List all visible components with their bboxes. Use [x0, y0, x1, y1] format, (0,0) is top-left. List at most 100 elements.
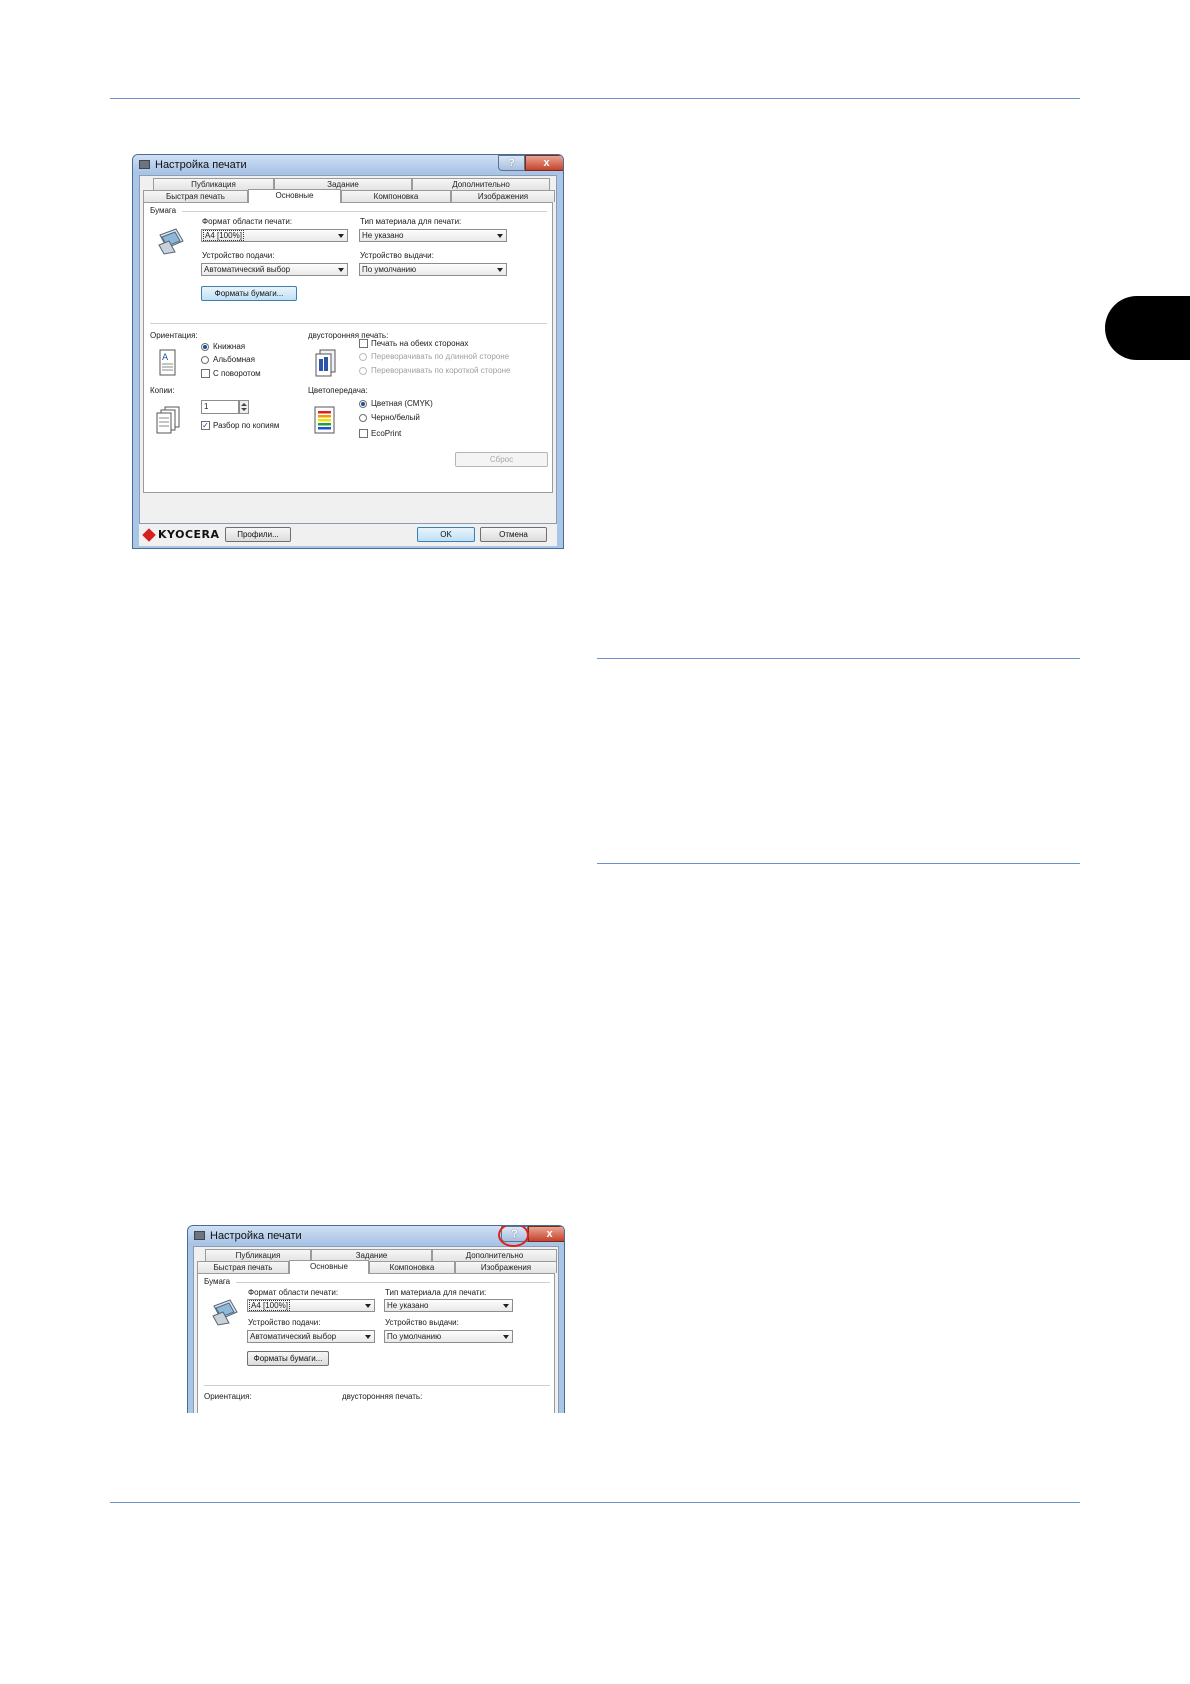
chapter-tab-marker [1105, 296, 1190, 360]
dialog-body: Публикация Задание Дополнительно Быстрая… [139, 175, 557, 524]
output-tray-select[interactable]: По умолчанию [384, 1330, 513, 1343]
media-type-value: Не указано [362, 231, 404, 240]
help-button[interactable]: ? [498, 155, 525, 171]
long-edge-label: Переворачивать по длинной стороне [371, 352, 510, 361]
paper-icon [210, 1296, 240, 1326]
chevron-down-icon [503, 1335, 509, 1339]
mono-radio[interactable] [359, 414, 367, 422]
paper-group-line [182, 211, 547, 212]
media-type-select[interactable]: Не указано [384, 1299, 513, 1312]
portrait-label: Книжная [213, 342, 246, 351]
chevron-down-icon [338, 268, 344, 272]
collate-label: Разбор по копиям [213, 421, 280, 430]
chevron-down-icon [365, 1335, 371, 1339]
color-bars-icon [314, 406, 336, 434]
title-bar[interactable]: Настройка печати ? x [133, 155, 563, 174]
copies-label: Копии: [150, 386, 175, 395]
kyocera-logo-mark [142, 528, 156, 542]
chevron-down-icon [503, 1304, 509, 1308]
tab-imaging[interactable]: Изображения [455, 1261, 557, 1273]
tab-layout[interactable]: Компоновка [369, 1261, 455, 1273]
tab-advanced[interactable]: Дополнительно [432, 1249, 557, 1261]
close-button[interactable]: x [528, 1226, 564, 1242]
output-tray-value: По умолчанию [362, 265, 417, 274]
landscape-radio[interactable] [201, 356, 209, 364]
paper-size-value: A4 [100%] [203, 230, 244, 241]
ecoprint-label: EcoPrint [371, 429, 402, 438]
tab-quick-print[interactable]: Быстрая печать [143, 190, 248, 202]
output-tray-select[interactable]: По умолчанию [359, 263, 507, 276]
paper-size-label: Формат области печати: [248, 1288, 339, 1297]
paper-sizes-button[interactable]: Форматы бумаги... [201, 286, 297, 301]
mono-label: Черно/белый [371, 413, 420, 422]
tab-basic[interactable]: Основные [289, 1260, 369, 1274]
color-cmyk-label: Цветная (CMYK) [371, 399, 433, 408]
section-rule-1 [597, 658, 1080, 659]
basic-panel: Бумага Формат области печати: A4 [100%] … [143, 202, 553, 493]
paper-size-value: A4 [100%] [249, 1300, 290, 1311]
paper-group-label: Бумага [150, 206, 177, 215]
tab-advanced[interactable]: Дополнительно [412, 178, 550, 190]
tab-row-top: Публикация Задание Дополнительно [197, 1249, 557, 1261]
orientation-label: Ориентация: [204, 1392, 252, 1401]
paper-size-select[interactable]: A4 [100%] [247, 1299, 375, 1312]
duplex-checkbox[interactable] [359, 339, 368, 348]
printer-icon [139, 160, 150, 169]
paper-size-select[interactable]: A4 [100%] [201, 229, 348, 242]
tab-quick-print[interactable]: Быстрая печать [197, 1261, 289, 1273]
paper-size-label: Формат области печати: [202, 217, 293, 226]
paper-source-label: Устройство подачи: [248, 1318, 321, 1327]
paper-sizes-button[interactable]: Форматы бумаги... [247, 1351, 329, 1366]
tab-row-bottom: Быстрая печать Основные Компоновка Изобр… [197, 1260, 557, 1274]
duplex-label: двусторонняя печать: [342, 1392, 423, 1401]
paper-group-line [236, 1282, 550, 1283]
collate-checkbox[interactable]: ✓ [201, 421, 210, 430]
tab-row-top: Публикация Задание Дополнительно [143, 178, 553, 190]
paper-source-label: Устройство подачи: [202, 251, 275, 260]
copies-stack-icon [156, 406, 182, 434]
paper-icon [156, 225, 186, 255]
ecoprint-checkbox[interactable] [359, 429, 368, 438]
footer-rule [110, 1502, 1080, 1503]
duplex-both-sides-label: Печать на обеих сторонах [371, 339, 469, 348]
paper-source-select[interactable]: Автоматический выбор [201, 263, 348, 276]
rotated-checkbox[interactable] [201, 369, 210, 378]
profiles-button[interactable]: Профили... [225, 527, 291, 542]
short-edge-radio[interactable] [359, 367, 367, 375]
media-type-value: Не указано [387, 1301, 429, 1310]
tab-basic[interactable]: Основные [248, 189, 341, 203]
paper-group-label: Бумага [204, 1277, 231, 1286]
duplex-icon [314, 349, 338, 377]
portrait-radio[interactable] [201, 343, 209, 351]
chevron-down-icon [365, 1304, 371, 1308]
print-settings-dialog-cropped: Настройка печати ? x Публикация Задание … [187, 1225, 565, 1413]
svg-text:A: A [162, 353, 169, 363]
copies-input[interactable]: 1 [201, 400, 239, 414]
long-edge-radio[interactable] [359, 353, 367, 361]
media-type-label: Тип материала для печати: [360, 217, 462, 226]
close-button[interactable]: x [525, 155, 563, 171]
ok-button[interactable]: OK [417, 527, 475, 542]
output-tray-value: По умолчанию [387, 1332, 442, 1341]
section-rule-2 [597, 863, 1080, 864]
tab-layout[interactable]: Компоновка [341, 190, 451, 202]
output-tray-label: Устройство выдачи: [360, 251, 434, 260]
chevron-down-icon [497, 268, 503, 272]
color-cmyk-radio[interactable] [359, 400, 367, 408]
paper-source-select[interactable]: Автоматический выбор [247, 1330, 375, 1343]
reset-button[interactable]: Сброс [455, 452, 548, 467]
print-settings-dialog: Настройка печати ? x Публикация Задание … [132, 154, 564, 549]
dialog-title: Настройка печати [155, 159, 247, 171]
copies-stepper[interactable] [239, 400, 249, 414]
basic-panel: Бумага Формат области печати: A4 [100%] … [197, 1273, 555, 1413]
kyocera-logo: KYOCERA [142, 528, 223, 542]
cancel-button[interactable]: Отмена [480, 527, 547, 542]
portrait-page-icon: A [158, 349, 178, 377]
tab-imaging[interactable]: Изображения [451, 190, 555, 202]
rotated-label: С поворотом [213, 369, 261, 378]
divider [150, 323, 547, 324]
media-type-select[interactable]: Не указано [359, 229, 507, 242]
dialog-body: Публикация Задание Дополнительно Быстрая… [193, 1246, 559, 1413]
kyocera-logo-text: KYOCERA [158, 528, 220, 541]
tab-row-bottom: Быстрая печать Основные Компоновка Изобр… [143, 189, 555, 203]
